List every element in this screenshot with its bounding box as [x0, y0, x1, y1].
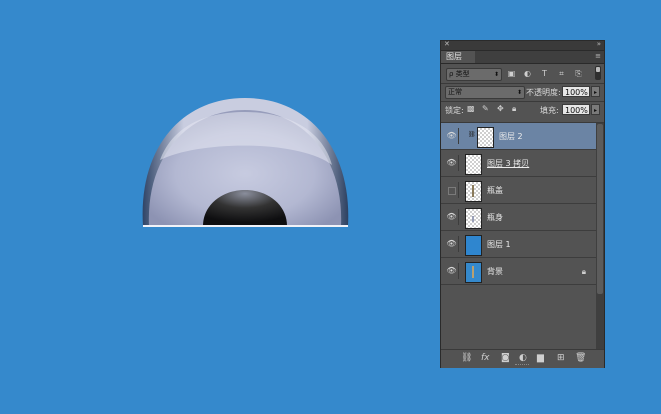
filter-row: ρ 类型 ⬍ ▣ ◐ T ⌗ ⎘	[441, 64, 604, 83]
opacity-label: 不透明度:	[526, 88, 561, 97]
smart-object-filter-icon[interactable]: ⎘	[574, 69, 583, 78]
blend-mode-value: 正常	[448, 88, 462, 96]
visibility-toggle-off-icon[interactable]	[445, 182, 459, 198]
close-icon[interactable]: ✕	[444, 40, 450, 48]
add-mask-icon[interactable]: ◙	[501, 353, 510, 364]
thumbnail-content	[472, 216, 474, 222]
lock-position-icon[interactable]: ✥	[497, 104, 504, 113]
resize-grip[interactable]	[515, 364, 529, 367]
collapse-icon[interactable]: »	[597, 40, 601, 48]
dropdown-arrow-icon: ⬍	[516, 89, 522, 96]
layer-row[interactable]: 👁︎ 图层 1	[441, 231, 596, 258]
new-group-icon[interactable]: ▆	[537, 353, 544, 364]
thumbnail-content	[472, 266, 474, 278]
filter-toggle-switch[interactable]	[595, 66, 601, 80]
layer-thumbnail	[465, 208, 482, 229]
scrollbar-thumb[interactable]	[597, 124, 603, 294]
tab-layers[interactable]: 图层	[441, 51, 475, 63]
layer-thumbnail	[465, 235, 482, 256]
opacity-slider-arrow-icon[interactable]: ▸	[591, 86, 600, 97]
opacity-input[interactable]: 100%	[562, 86, 590, 97]
layer-name: 瓶盖	[487, 186, 503, 195]
layers-scrollbar[interactable]	[596, 123, 604, 349]
layer-row[interactable]: 👁︎ 背景 🔒︎	[441, 258, 596, 285]
layer-thumbnail	[465, 262, 482, 283]
eye-icon[interactable]: 👁︎	[445, 236, 459, 252]
dome-base-line	[143, 225, 348, 227]
blend-mode-select[interactable]: 正常 ⬍	[445, 86, 525, 99]
layer-row[interactable]: 👁︎ 瓶身	[441, 204, 596, 231]
thumbnail-content	[472, 185, 474, 197]
link-icon: ⛓︎	[468, 131, 476, 138]
eye-icon[interactable]: 👁︎	[445, 155, 459, 171]
layers-list: 👁︎ ⛓︎ 图层 2 👁︎ 图层 3 拷贝 瓶盖 👁︎ 瓶身 👁︎ 图层 1 👁…	[441, 123, 596, 349]
panel-menu-icon[interactable]: ≡	[595, 52, 601, 60]
lock-all-icon[interactable]: 🔒︎	[512, 104, 516, 114]
layer-name: 图层 1	[487, 240, 511, 249]
layer-row[interactable]: 瓶盖	[441, 177, 596, 204]
fill-input[interactable]: 100%	[562, 104, 590, 115]
eye-icon[interactable]: 👁︎	[445, 263, 459, 279]
layer-row[interactable]: 👁︎ 图层 3 拷贝	[441, 150, 596, 177]
layer-thumbnail	[477, 127, 494, 148]
link-layers-icon[interactable]: ⛓︎	[461, 353, 472, 364]
new-layer-icon[interactable]: ⊞	[557, 353, 565, 364]
divider	[441, 101, 604, 102]
adjustment-layer-icon[interactable]: ◐	[519, 353, 527, 364]
panel-title-bar: ✕ »	[441, 40, 604, 51]
layers-panel: ✕ » 图层 ≡ ρ 类型 ⬍ ▣ ◐ T ⌗ ⎘ 正常 ⬍ 不透明度: 100…	[440, 40, 605, 368]
lock-icon[interactable]: 🔒︎	[582, 258, 586, 285]
fill-label: 填充:	[540, 106, 559, 115]
lock-transparent-pixels-icon[interactable]: ▩	[467, 104, 475, 113]
layer-name: 图层 3 拷贝	[487, 159, 530, 168]
lock-label: 锁定:	[445, 106, 464, 115]
fill-slider-arrow-icon[interactable]: ▸	[591, 104, 600, 115]
layer-name: 图层 2	[499, 132, 523, 141]
layer-style-fx-icon[interactable]: fx	[481, 353, 490, 364]
filter-kind-label: ρ 类型	[449, 70, 470, 78]
delete-layer-icon[interactable]: 🗑︎	[575, 353, 586, 364]
layers-bottom-toolbar: ⛓︎ fx ◙ ◐ ▆ ⊞ 🗑︎	[441, 349, 604, 368]
eye-icon[interactable]: 👁︎	[445, 209, 459, 225]
layer-thumbnail	[465, 154, 482, 175]
layer-name: 背景	[487, 267, 503, 276]
dropdown-arrow-icon: ⬍	[493, 71, 499, 78]
panel-tab-bar: 图层 ≡	[441, 51, 604, 64]
layer-name: 瓶身	[487, 213, 503, 222]
lock-row: 锁定: ▩ ✎ ✥ 🔒︎ 填充: 100% ▸	[441, 103, 604, 120]
layer-row[interactable]: 👁︎ ⛓︎ 图层 2	[441, 123, 596, 150]
blend-row: 正常 ⬍ 不透明度: 100% ▸	[441, 84, 604, 101]
layer-thumbnail	[465, 181, 482, 202]
eye-icon[interactable]: 👁︎	[445, 128, 459, 144]
filter-kind-select[interactable]: ρ 类型 ⬍	[446, 68, 502, 81]
adjustment-filter-icon[interactable]: ◐	[523, 69, 532, 78]
type-filter-icon[interactable]: T	[540, 69, 549, 78]
lock-image-pixels-icon[interactable]: ✎	[482, 104, 489, 113]
shape-filter-icon[interactable]: ⌗	[557, 69, 566, 78]
image-filter-icon[interactable]: ▣	[507, 69, 516, 78]
